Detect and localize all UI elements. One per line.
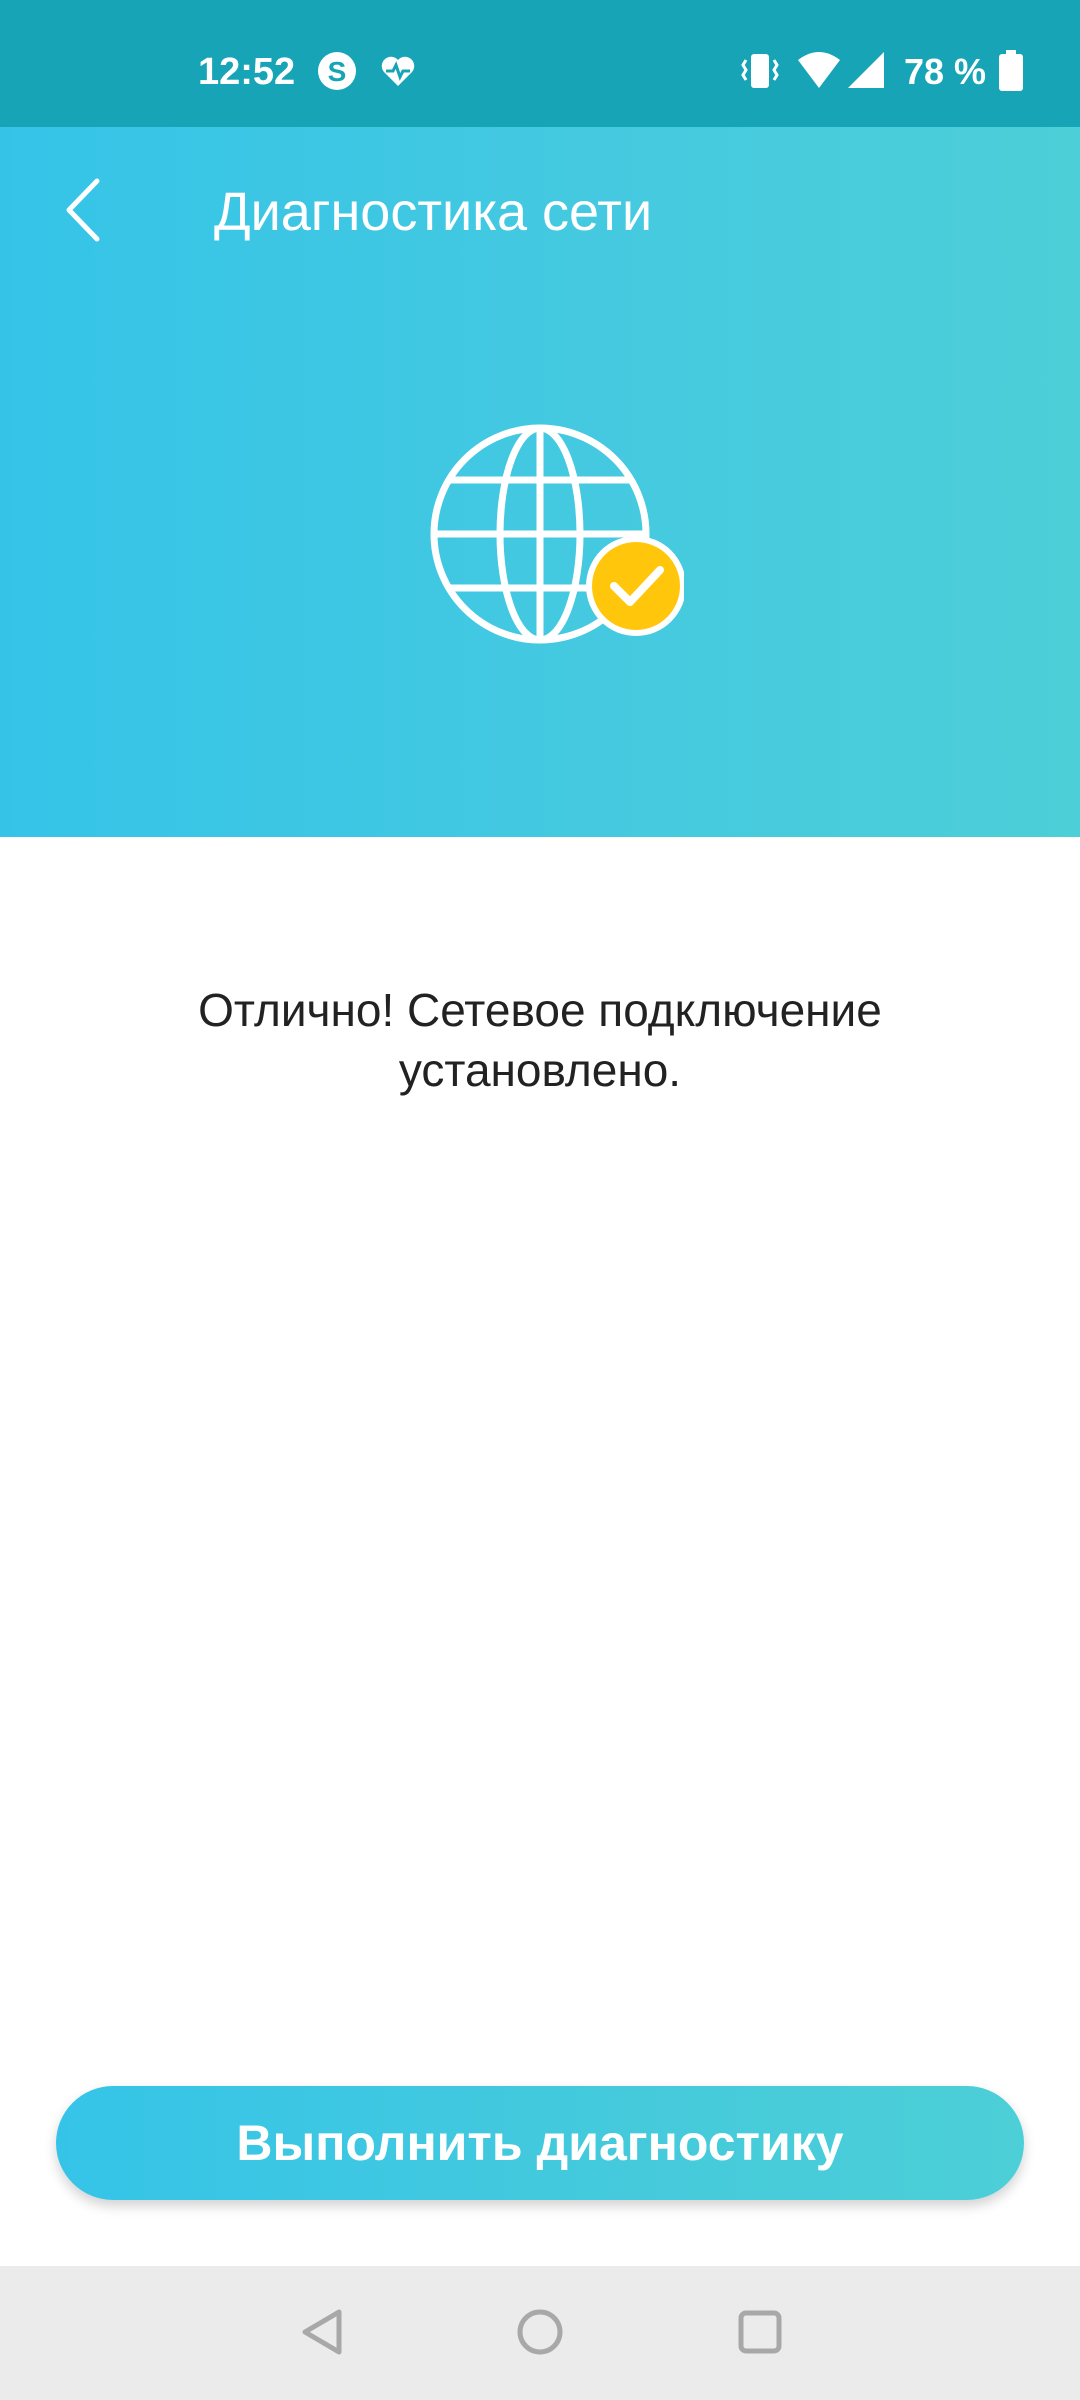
status-time: 12:52 [198,51,296,93]
back-triangle-icon [299,2307,345,2362]
status-bar: 12:52 S 78 % [0,0,1080,127]
skype-icon: S [316,50,358,97]
system-nav-bar [0,2266,1080,2400]
home-circle-icon [515,2307,565,2362]
battery-icon [998,50,1024,97]
back-button[interactable] [48,167,118,257]
nav-recents-button[interactable] [728,2302,792,2366]
chevron-left-icon [63,177,103,248]
signal-icon [846,50,886,95]
run-diagnostics-button[interactable]: Выполнить диагностику [56,2086,1024,2200]
globe-check-icon [424,422,686,662]
status-message: Отлично! Сетевое подключение установлено… [198,984,882,1096]
heart-pulse-icon [380,54,416,93]
vibrate-icon [740,50,780,97]
page-title: Диагностика сети [214,182,653,242]
wifi-icon [796,50,842,95]
nav-home-button[interactable] [508,2302,572,2366]
battery-percentage: 78 % [904,51,987,92]
nav-back-button[interactable] [290,2302,354,2366]
svg-text:S: S [328,56,347,87]
header-banner: Диагностика сети [0,127,1080,837]
recents-square-icon [736,2308,784,2361]
